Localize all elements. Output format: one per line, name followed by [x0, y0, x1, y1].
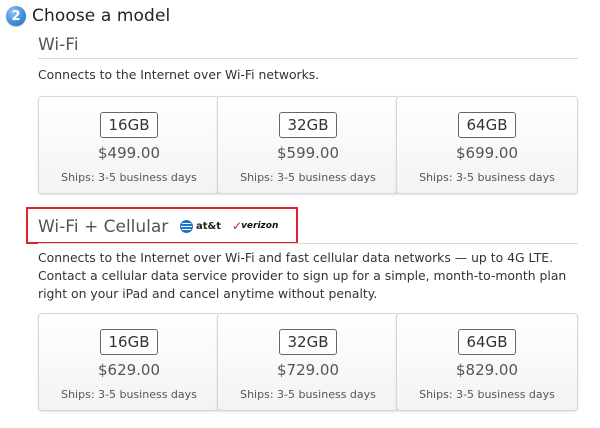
verizon-logo: ✓ verizon — [232, 220, 278, 232]
cellular-64gb-option[interactable]: 64GB $829.00 Ships: 3-5 business days — [396, 313, 578, 411]
cellular-divider — [38, 243, 578, 244]
price-label: $599.00 — [276, 144, 340, 162]
price-label: $629.00 — [97, 361, 161, 379]
shipping-info: Ships: 3-5 business days — [61, 171, 197, 184]
step-number-badge: 2 — [6, 6, 26, 26]
cellular-32gb-option[interactable]: 32GB $729.00 Ships: 3-5 business days — [217, 313, 399, 411]
att-logo: at&t — [180, 220, 221, 233]
capacity-label: 64GB — [458, 112, 516, 138]
att-globe-icon — [180, 220, 193, 233]
shipping-info: Ships: 3-5 business days — [240, 388, 376, 401]
wifi-description: Connects to the Internet over Wi-Fi netw… — [38, 67, 320, 82]
shipping-info: Ships: 3-5 business days — [240, 171, 376, 184]
att-logo-text: at&t — [196, 221, 222, 232]
price-label: $499.00 — [97, 144, 161, 162]
cellular-description: Connects to the Internet over Wi-Fi and … — [38, 250, 567, 301]
wifi-divider — [38, 58, 578, 59]
shipping-info: Ships: 3-5 business days — [61, 388, 197, 401]
capacity-label: 16GB — [100, 329, 158, 355]
wifi-32gb-option[interactable]: 32GB $599.00 Ships: 3-5 business days — [217, 96, 399, 194]
step-title: Choose a model — [32, 6, 171, 26]
shipping-info: Ships: 3-5 business days — [419, 171, 555, 184]
capacity-label: 32GB — [279, 112, 337, 138]
wifi-64gb-option[interactable]: 64GB $699.00 Ships: 3-5 business days — [396, 96, 578, 194]
wifi-section-title: Wi-Fi — [38, 35, 79, 55]
shipping-info: Ships: 3-5 business days — [419, 388, 555, 401]
price-label: $829.00 — [455, 361, 519, 379]
cellular-16gb-option[interactable]: 16GB $629.00 Ships: 3-5 business days — [38, 313, 220, 411]
price-label: $699.00 — [455, 144, 519, 162]
capacity-label: 32GB — [279, 329, 337, 355]
wifi-16gb-option[interactable]: 16GB $499.00 Ships: 3-5 business days — [38, 96, 220, 194]
step-header: 2 Choose a model — [6, 6, 170, 26]
price-label: $729.00 — [276, 361, 340, 379]
capacity-label: 64GB — [458, 329, 516, 355]
capacity-label: 16GB — [100, 112, 158, 138]
cellular-section-title: Wi-Fi + Cellular — [38, 217, 169, 237]
verizon-logo-text: verizon — [241, 221, 279, 231]
